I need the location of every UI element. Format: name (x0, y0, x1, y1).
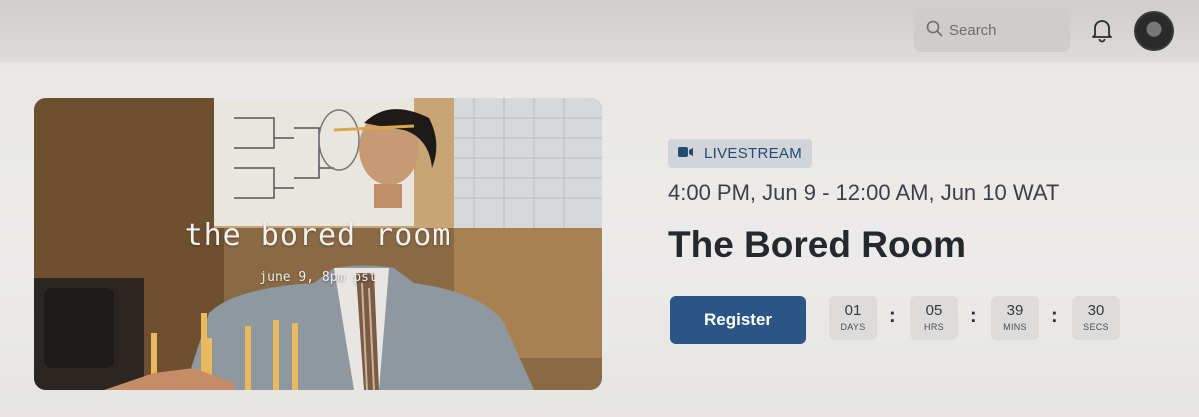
countdown-separator: : (1051, 305, 1058, 327)
countdown-days-label: DAYS (840, 322, 866, 332)
search-placeholder: Search (949, 21, 997, 39)
page: Search the bored room june 9, 8pm pst LI… (0, 0, 1199, 417)
countdown-hours: 05 HRS (910, 296, 958, 340)
countdown-minutes: 39 MINS (991, 296, 1039, 340)
countdown-minutes-value: 39 (1006, 302, 1024, 319)
countdown-minutes-label: MINS (1003, 322, 1027, 332)
countdown-separator: : (970, 305, 977, 327)
bell-icon[interactable] (1090, 17, 1114, 43)
countdown-seconds: 30 SECS (1072, 296, 1120, 340)
avatar[interactable] (1134, 11, 1174, 51)
cover-title: the bored room (184, 218, 452, 253)
countdown-days: 01 DAYS (829, 296, 877, 340)
livestream-badge: LIVESTREAM (668, 139, 813, 168)
countdown-seconds-value: 30 (1087, 302, 1105, 319)
search-icon (926, 20, 943, 41)
top-bar: Search (0, 0, 1199, 62)
countdown-seconds-label: SECS (1083, 322, 1109, 332)
countdown-days-value: 01 (844, 302, 862, 319)
countdown-hours-label: HRS (924, 322, 944, 332)
event-cover-image: the bored room june 9, 8pm pst (34, 98, 602, 390)
badge-label: LIVESTREAM (704, 145, 803, 162)
video-camera-icon (678, 145, 694, 162)
event-title: The Bored Room (668, 224, 967, 265)
register-button[interactable]: Register (670, 296, 806, 344)
event-datetime: 4:00 PM, Jun 9 - 12:00 AM, Jun 10 WAT (668, 180, 1060, 205)
search-box[interactable]: Search (914, 8, 1070, 52)
cover-subtitle: june 9, 8pm pst (259, 270, 377, 285)
countdown-separator: : (889, 305, 896, 327)
countdown-hours-value: 05 (925, 302, 943, 319)
